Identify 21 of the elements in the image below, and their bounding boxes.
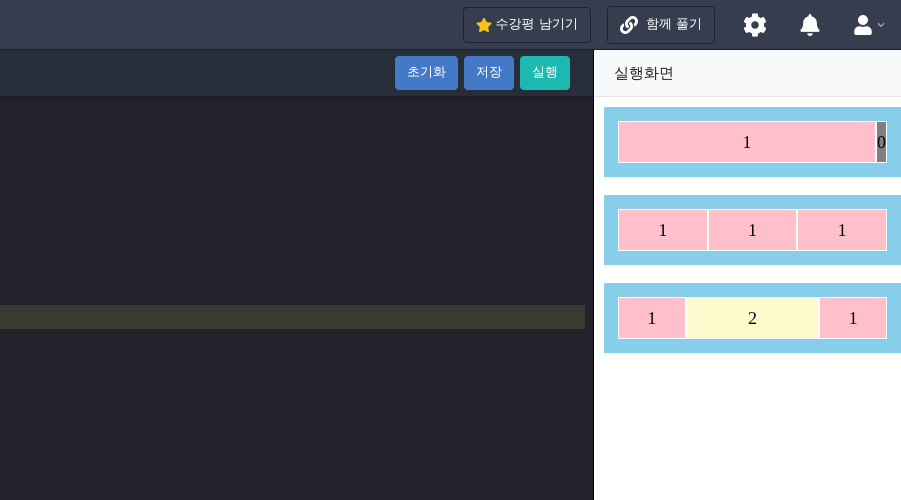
settings-icon[interactable] — [743, 12, 767, 36]
toolbar-button[interactable]: 초기화 — [395, 56, 458, 90]
flex-item: 1 — [819, 297, 887, 339]
flex-item: 1 — [797, 209, 888, 251]
chevron-down-icon — [877, 20, 885, 28]
flex-item: 1 — [618, 121, 876, 163]
star-icon — [476, 16, 492, 32]
user-icon — [853, 14, 873, 34]
toolbar-button[interactable]: 저장 — [464, 56, 514, 90]
link-icon — [620, 16, 638, 34]
bell-icon[interactable] — [799, 14, 821, 36]
flex-item: 1 — [618, 209, 708, 251]
preview-title: 실행화면 — [614, 62, 674, 84]
flex-item: 2 — [686, 297, 820, 339]
flex-item: 1 — [708, 209, 798, 251]
flex-item: 1 — [618, 297, 686, 339]
user-menu[interactable] — [853, 14, 885, 34]
review-button[interactable]: 수강평 남기기 — [462, 6, 591, 42]
together-button[interactable]: 함께 풀기 — [606, 6, 715, 44]
toolbar-button[interactable]: 실행 — [520, 56, 570, 90]
flex-item: 0 — [876, 121, 887, 163]
